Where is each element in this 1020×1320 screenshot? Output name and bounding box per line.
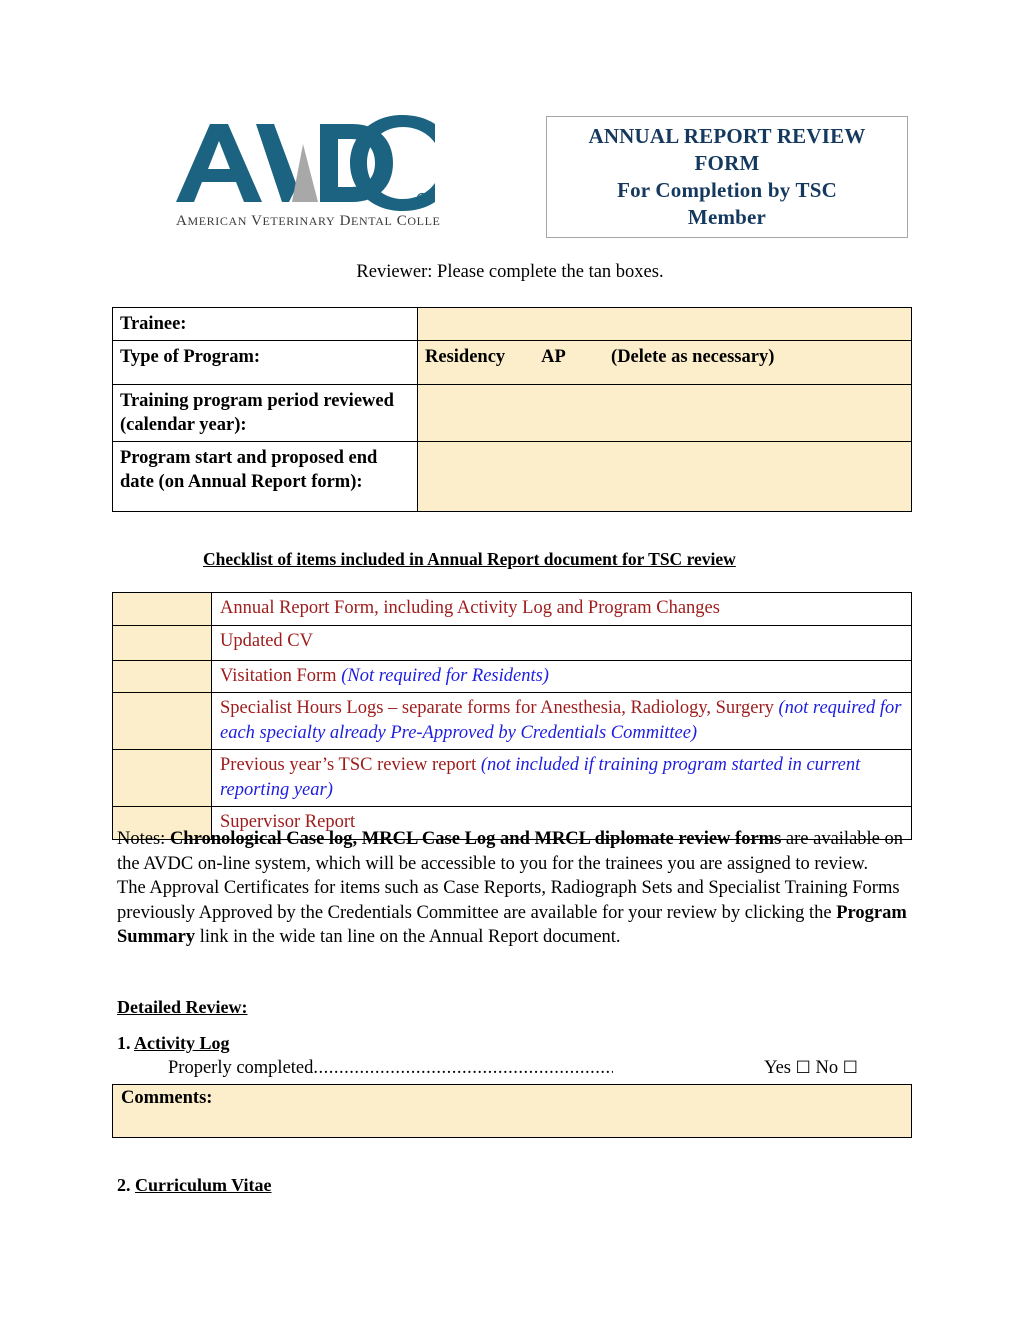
training-period-label: Training program period reviewed (calend… [112,384,418,442]
table-row: Visitation Form (Not required for Reside… [112,659,912,693]
section-2-title: Curriculum Vitae [135,1175,272,1195]
document-header: R AMERICAN VETERINARY DENTAL COLLEGE ANN… [112,108,912,238]
yes-checkbox[interactable]: ☐ [796,1058,811,1078]
section-2-number: 2. [117,1175,135,1195]
trainee-value-field[interactable] [417,307,912,341]
leader-dots: ........................................… [313,1058,614,1078]
program-dates-value-field[interactable] [417,441,912,512]
checklist-item-cell: Updated CV [211,624,912,661]
table-row: Annual Report Form, including Activity L… [112,592,912,626]
form-title-line-2: For Completion by TSC [617,178,837,202]
section-2-heading: 2. Curriculum Vitae [117,1175,272,1196]
avdc-logo-icon: R AMERICAN VETERINARY DENTAL COLLEGE [176,115,440,229]
table-row: Program start and proposed end date (on … [112,441,912,512]
trainee-info-table: Trainee: Type of Program: Residency AP (… [112,307,912,512]
properly-completed-line: Properly completed......................… [168,1058,858,1079]
checklist-item-text: Specialist Hours Logs – separate forms f… [220,698,779,718]
table-row: Previous year’s TSC review report (not i… [112,749,912,807]
notes-prefix-2: The Approval Certificates for items such… [117,878,900,923]
notes-rest-2: link in the wide tan line on the Annual … [195,927,621,947]
detailed-review-heading: Detailed Review: [117,997,248,1017]
checklist-heading: Checklist of items included in Annual Re… [203,549,736,569]
notes-prefix: Notes: [117,829,170,849]
program-type-label: Type of Program: [112,340,418,385]
program-dates-label: Program start and proposed end date (on … [112,441,418,512]
checklist-checkbox-cell[interactable] [112,624,212,661]
trainee-label: Trainee: [112,307,418,341]
notes-paragraph-1: Notes: Chronological Case log, MRCL Case… [117,827,907,876]
notes-bold-1: Chronological Case log, MRCL Case Log an… [169,829,782,849]
form-title-box: ANNUAL REPORT REVIEW FORM For Completion… [546,116,908,238]
form-title-line-3: Member [687,205,767,229]
table-row: Type of Program: Residency AP (Delete as… [112,340,912,385]
avdc-logo-subtitle: AMERICAN VETERINARY DENTAL COLLEGE [176,213,440,229]
checklist-item-text: Annual Report Form, including Activity L… [220,598,720,618]
comments-field[interactable]: Comments: [112,1084,912,1138]
reviewer-instruction: Reviewer: Please complete the tan boxes. [356,262,664,282]
checklist-item-text: Visitation Form [220,665,342,686]
checklist-item-text: Previous year’s TSC review report [220,755,481,775]
avdc-logo: R AMERICAN VETERINARY DENTAL COLLEGE [170,114,440,232]
notes-paragraph-2: The Approval Certificates for items such… [117,876,907,950]
notes-block: Notes: Chronological Case log, MRCL Case… [117,827,907,950]
yes-label: Yes [764,1058,791,1078]
section-1-title: Activity Log [134,1033,230,1053]
no-label: No [815,1058,839,1078]
checklist-checkbox-cell[interactable] [112,692,212,750]
svg-text:R: R [420,197,424,203]
checklist-item-cell: Annual Report Form, including Activity L… [211,592,912,626]
document-page: R AMERICAN VETERINARY DENTAL COLLEGE ANN… [0,0,1020,1320]
table-row: Updated CV [112,624,912,661]
checklist-checkbox-cell[interactable] [112,749,212,807]
checklist-item-cell: Specialist Hours Logs – separate forms f… [211,692,912,750]
checklist-checkbox-cell[interactable] [112,659,212,693]
yes-no-checkboxes: Yes ☐ No ☐ [764,1058,858,1079]
section-1-number: 1. [117,1033,135,1053]
checklist-checkbox-cell[interactable] [112,592,212,626]
form-title-line-1: ANNUAL REPORT REVIEW FORM [588,124,866,175]
checklist-item-text: Updated CV [220,630,313,651]
table-row: Training program period reviewed (calend… [112,384,912,442]
checklist-item-cell: Visitation Form (Not required for Reside… [211,659,912,693]
checklist-item-cell: Previous year’s TSC review report (not i… [211,749,912,807]
comments-label: Comments: [121,1088,213,1108]
table-row: Specialist Hours Logs – separate forms f… [112,692,912,750]
program-type-value-field[interactable]: Residency AP (Delete as necessary) [417,340,912,385]
section-1-heading: 1. Activity Log [117,1033,230,1054]
properly-completed-label: Properly completed [168,1058,314,1078]
table-row: Trainee: [112,307,912,341]
no-checkbox[interactable]: ☐ [843,1058,858,1078]
checklist-table: Annual Report Form, including Activity L… [112,592,912,840]
checklist-item-note: (Not required for Residents) [341,665,549,686]
training-period-value-field[interactable] [417,384,912,442]
